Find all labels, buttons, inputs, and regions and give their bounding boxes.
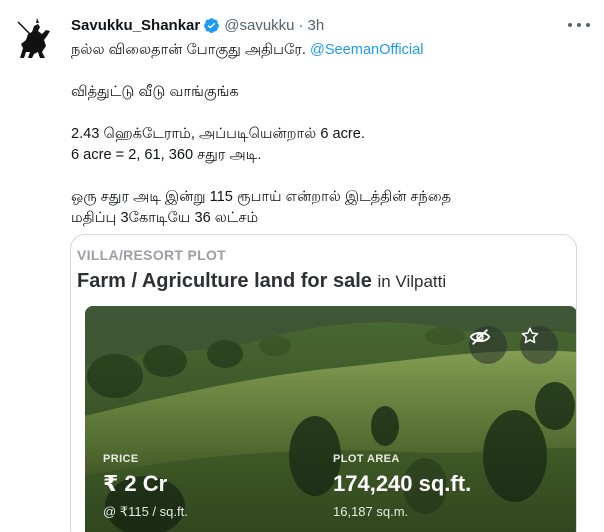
price-per-sqft: @ ₹115 / sq.ft. <box>103 504 188 519</box>
tweet[interactable]: Savukku_Shankar @savukku · 3h நல்ல விலைத… <box>0 0 604 532</box>
tweet-timestamp[interactable]: 3h <box>308 17 325 34</box>
listing-category: VILLA/RESORT PLOT <box>77 247 226 263</box>
listing-title: Farm / Agriculture land for sale in Vilp… <box>77 270 446 293</box>
plot-area-value: 174,240 sq.ft. <box>333 471 472 496</box>
favorite-listing-button[interactable] <box>520 326 558 364</box>
price-value: ₹ 2 Cr <box>103 471 168 496</box>
tweet-line-1-text: நல்ல விலைதான் போகுது அதிபரே. <box>71 42 310 58</box>
attached-listing-card[interactable]: VILLA/RESORT PLOT Farm / Agriculture lan… <box>70 234 577 532</box>
plot-area-sqm: 16,187 sq.m. <box>333 504 409 519</box>
tweet-line-2: வித்துட்டு வீடு வாங்குங்க <box>71 84 239 100</box>
header-separator: · <box>298 16 304 34</box>
tweet-line-1: நல்ல விலைதான் போகுது அதிபரே. @SeemanOffi… <box>71 40 571 61</box>
tweet-line-5: ஒரு சதுர அடி இன்று 115 ரூபாய் என்றால் இட… <box>71 189 452 205</box>
price-label: PRICE <box>103 453 139 465</box>
tweet-header: Savukku_Shankar @savukku · 3h <box>71 14 574 36</box>
author-handle[interactable]: @savukku <box>224 17 294 34</box>
avatar[interactable] <box>12 14 58 60</box>
listing-photo[interactable]: PRICE ₹ 2 Cr @ ₹115 / sq.ft. PLOT AREA 1… <box>85 306 576 532</box>
hide-listing-button[interactable] <box>469 326 507 364</box>
verified-badge-icon <box>203 17 220 34</box>
tweet-line-3: 2.43 ஹெக்டேராம், அப்படியென்றால் 6 acre. <box>71 126 365 142</box>
eye-off-icon <box>469 329 491 345</box>
author-display-name[interactable]: Savukku_Shankar <box>71 17 200 34</box>
mention-link[interactable]: @SeemanOfficial <box>310 42 424 58</box>
listing-title-main: Farm / Agriculture land for sale <box>77 270 372 292</box>
star-icon <box>521 327 539 344</box>
tweet-line-6: மதிப்பு 3கோடியே 36 லட்சம் <box>71 210 259 226</box>
silhouette-rider-icon <box>12 14 58 60</box>
tweet-text: நல்ல விலைதான் போகுது அதிபரே. @SeemanOffi… <box>71 40 571 229</box>
tweet-line-4: 6 acre = 2, 61, 360 சதுர அடி. <box>71 147 262 163</box>
listing-location: in Vilpatti <box>377 272 447 291</box>
plot-area-label: PLOT AREA <box>333 453 400 465</box>
more-options-icon[interactable] <box>568 16 590 34</box>
